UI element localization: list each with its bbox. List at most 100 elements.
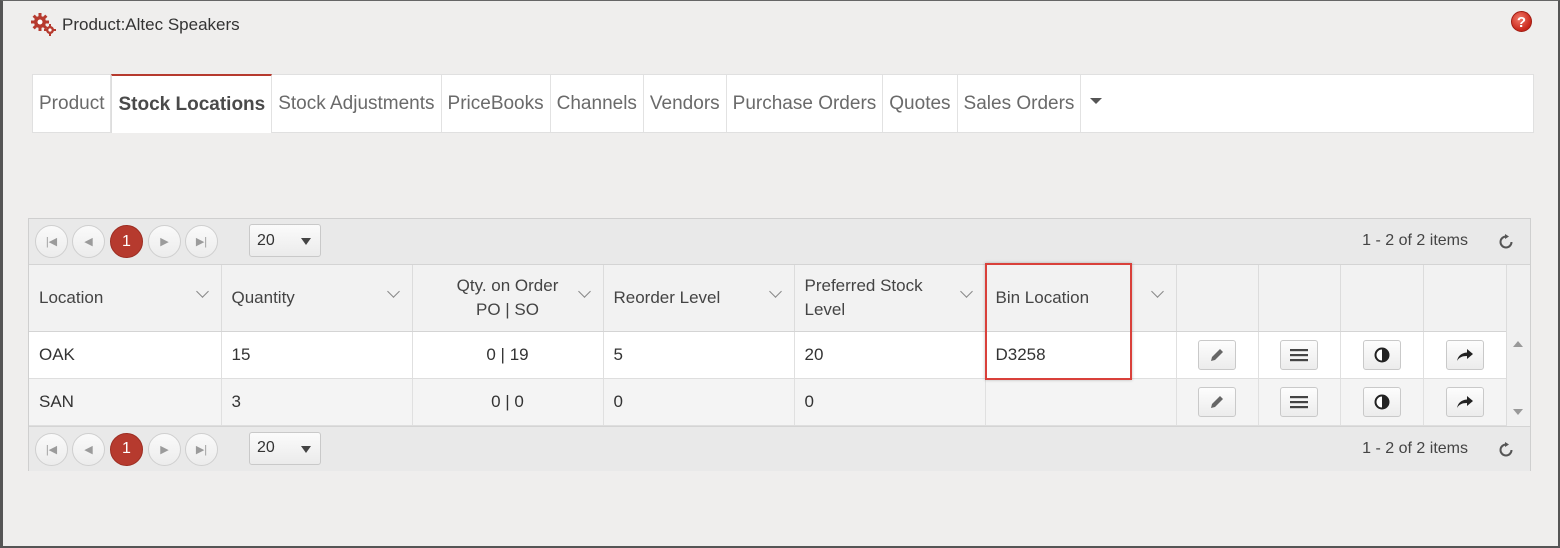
page-size-select[interactable]: 20 — [249, 224, 321, 257]
next-page-icon: ▶ — [160, 443, 169, 456]
header-sublabel: PO | SO — [476, 299, 539, 319]
edit-icon — [1211, 348, 1223, 361]
cell-contrast — [1340, 331, 1424, 379]
first-page-icon: |◀ — [45, 236, 58, 248]
chevron-down-icon[interactable] — [768, 285, 782, 298]
cell-reorder: 0 — [603, 378, 795, 426]
adjust-button[interactable] — [1362, 339, 1401, 370]
column-header-qty-on-order[interactable]: Qty. on Order PO | SO — [412, 265, 604, 332]
last-page-button[interactable]: ▶| — [185, 225, 218, 258]
last-page-icon: ▶| — [195, 236, 208, 248]
page-size-value: 20 — [257, 439, 275, 456]
column-header-share — [1423, 265, 1507, 332]
page-header: Product:Altec Speakers — [30, 12, 240, 38]
cell-location: SAN — [29, 378, 222, 426]
first-page-button[interactable]: |◀ — [35, 432, 68, 466]
tab-channels[interactable]: Channels — [551, 75, 644, 132]
chevron-down-icon[interactable] — [959, 285, 973, 298]
tab-sales-orders[interactable]: Sales Orders — [958, 75, 1082, 132]
details-button[interactable] — [1280, 386, 1318, 417]
more-tabs-dropdown[interactable] — [1081, 75, 1111, 132]
cell-share — [1423, 378, 1507, 426]
chevron-down-icon[interactable] — [1150, 285, 1164, 298]
current-page-button[interactable]: 1 — [110, 432, 143, 466]
edit-icon — [1211, 395, 1223, 408]
chevron-down-icon[interactable] — [195, 285, 209, 298]
cell-location: OAK — [29, 331, 222, 379]
list-icon — [1290, 348, 1308, 361]
cell-bin — [985, 378, 1177, 426]
scroll-down-icon[interactable] — [1513, 409, 1523, 415]
refresh-icon[interactable] — [1498, 234, 1514, 250]
table-row: OAK 15 0 | 19 5 20 D3258 — [29, 331, 1507, 379]
header-label: Reorder Level — [613, 287, 721, 307]
stock-locations-grid: |◀ ◀ 1 ▶ ▶| 20 1 - 2 of 2 items Location… — [28, 218, 1531, 471]
pager-bottom: |◀ ◀ 1 ▶ ▶| 20 1 - 2 of 2 items — [29, 425, 1530, 471]
chevron-down-icon — [301, 445, 311, 453]
tab-stock-locations[interactable]: Stock Locations — [111, 74, 273, 133]
contrast-icon — [1374, 394, 1389, 409]
tab-vendors[interactable]: Vendors — [644, 75, 727, 132]
chevron-down-icon — [301, 238, 311, 245]
page-size-select[interactable]: 20 — [249, 431, 321, 465]
adjust-button[interactable] — [1362, 386, 1401, 417]
tab-product[interactable]: Product — [33, 75, 112, 132]
refresh-icon[interactable] — [1498, 441, 1514, 458]
pager-info: 1 - 2 of 2 items — [1362, 232, 1468, 249]
prev-page-button[interactable]: ◀ — [72, 225, 105, 258]
last-page-button[interactable]: ▶| — [185, 432, 218, 466]
cell-on-order: 0 | 19 — [412, 331, 604, 379]
page-title: Product:Altec Speakers — [62, 15, 240, 34]
column-header-location[interactable]: Location — [29, 265, 222, 332]
tab-stock-adjustments[interactable]: Stock Adjustments — [272, 75, 442, 132]
prev-page-button[interactable]: ◀ — [72, 432, 105, 466]
pager-info: 1 - 2 of 2 items — [1362, 439, 1468, 457]
tab-bar: Product Stock Locations Stock Adjustment… — [32, 74, 1534, 133]
header-label: Quantity — [231, 287, 295, 307]
header-label: Qty. on Order — [456, 275, 559, 295]
next-page-button[interactable]: ▶ — [148, 432, 181, 466]
details-button[interactable] — [1280, 339, 1318, 370]
tab-pricebooks[interactable]: PriceBooks — [442, 75, 551, 132]
cell-quantity: 15 — [221, 331, 413, 379]
chevron-down-icon[interactable] — [386, 285, 400, 298]
cell-edit — [1176, 378, 1259, 426]
next-page-icon: ▶ — [160, 236, 169, 248]
edit-button[interactable] — [1198, 339, 1236, 370]
caret-down-icon — [1090, 97, 1103, 104]
cell-on-order: 0 | 0 — [412, 378, 604, 426]
contrast-icon — [1374, 347, 1389, 362]
first-page-button[interactable]: |◀ — [35, 225, 68, 258]
table-row: SAN 3 0 | 0 0 0 — [29, 378, 1507, 426]
share-button[interactable] — [1445, 386, 1484, 417]
scroll-up-icon[interactable] — [1513, 341, 1523, 347]
first-page-icon: |◀ — [45, 443, 58, 456]
list-icon — [1290, 395, 1308, 408]
prev-page-icon: ◀ — [84, 236, 93, 248]
column-header-contrast — [1340, 265, 1424, 332]
share-button[interactable] — [1445, 339, 1484, 370]
vertical-scrollbar[interactable] — [1506, 265, 1530, 427]
cell-preferred: 20 — [794, 331, 986, 379]
column-header-quantity[interactable]: Quantity — [221, 265, 413, 332]
last-page-icon: ▶| — [195, 443, 208, 456]
help-icon[interactable]: ? — [1511, 11, 1532, 32]
next-page-button[interactable]: ▶ — [148, 225, 181, 258]
header-label: Location — [39, 287, 104, 307]
page-size-value: 20 — [257, 231, 275, 249]
cell-share — [1423, 331, 1507, 379]
header-label: Preferred Stock Level — [804, 275, 923, 319]
share-icon — [1456, 348, 1473, 361]
column-header-reorder-level[interactable]: Reorder Level — [603, 265, 795, 332]
cell-list — [1258, 378, 1341, 426]
share-icon — [1456, 395, 1473, 408]
tab-quotes[interactable]: Quotes — [883, 75, 958, 132]
cell-quantity: 3 — [221, 378, 413, 426]
column-header-list — [1258, 265, 1341, 332]
current-page-button[interactable]: 1 — [110, 225, 143, 258]
column-header-preferred-stock[interactable]: Preferred Stock Level — [794, 265, 986, 332]
edit-button[interactable] — [1198, 386, 1236, 417]
gears-icon — [30, 12, 58, 38]
cell-edit — [1176, 331, 1259, 379]
tab-purchase-orders[interactable]: Purchase Orders — [727, 75, 884, 132]
